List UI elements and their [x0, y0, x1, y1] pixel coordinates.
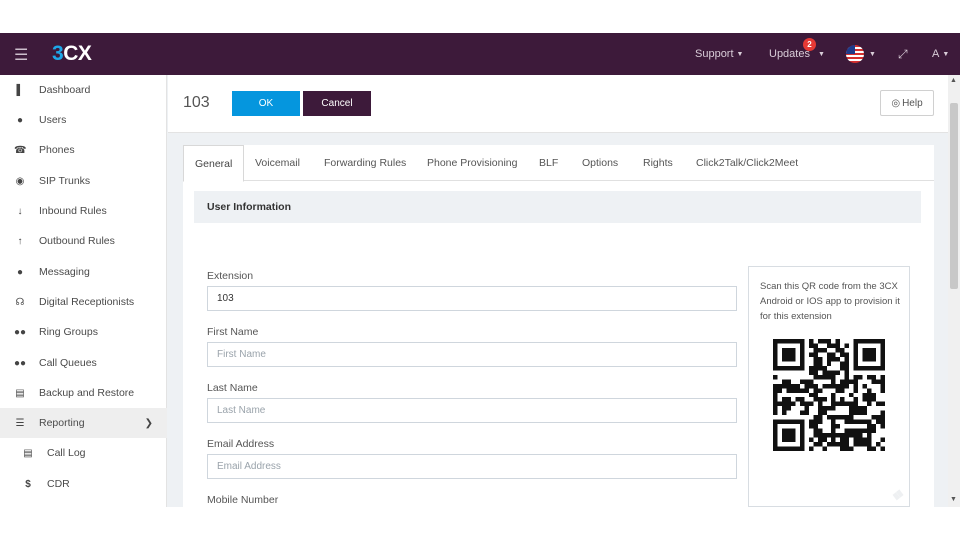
user-initial: A: [932, 48, 940, 60]
sidebar-item-label: Backup and Restore: [39, 387, 135, 399]
sidebar-item-ring-groups[interactable]: ●● Ring Groups: [0, 317, 167, 347]
first-name-label: First Name: [207, 326, 259, 338]
tab-voicemail[interactable]: Voicemail: [255, 145, 300, 181]
tab-forwarding-rules[interactable]: Forwarding Rules: [324, 145, 406, 181]
tab-click2talk[interactable]: Click2Talk/Click2Meet: [696, 145, 798, 181]
sidebar-item-phones[interactable]: ☎ Phones: [0, 135, 167, 165]
lifebuoy-icon: ◎: [891, 97, 901, 109]
sidebar-item-digital-receptionists[interactable]: ☊ Digital Receptionists: [0, 287, 167, 317]
sidebar-item-label: Ring Groups: [39, 326, 98, 338]
section-header: User Information: [194, 191, 921, 223]
caret-down-icon: ▼: [942, 50, 950, 58]
dollar-icon: $: [25, 478, 31, 490]
sidebar-item-dashboard[interactable]: ▌ Dashboard: [0, 75, 167, 105]
scroll-up-icon[interactable]: ▲: [950, 77, 957, 84]
top-bar: ☰ 3CX Support ▼ Updates 2 ▼ ▼ ⤢ A ▼: [0, 33, 960, 75]
last-name-input[interactable]: [207, 398, 737, 423]
updates-badge: 2: [803, 38, 816, 51]
user-form-panel: General Voicemail Forwarding Rules Phone…: [183, 145, 934, 507]
people-icon: ●●: [14, 357, 27, 369]
sidebar-item-cdr[interactable]: $ CDR: [0, 469, 167, 499]
caret-down-icon: ▼: [736, 50, 744, 58]
first-name-input[interactable]: [207, 342, 737, 367]
email-input[interactable]: [207, 454, 737, 479]
ok-button[interactable]: OK: [232, 91, 300, 116]
phone-icon: ☎: [14, 144, 27, 156]
page-scrollbar[interactable]: ▲ ▼: [948, 75, 960, 507]
cancel-button[interactable]: Cancel: [303, 91, 371, 116]
sidebar-item-label: Outbound Rules: [39, 235, 115, 247]
sidebar-item-label: Phones: [39, 144, 75, 156]
headset-icon: ☊: [15, 296, 25, 308]
support-label: Support: [695, 48, 734, 60]
list-icon: ☰: [15, 417, 25, 429]
updates-menu[interactable]: Updates 2 ▼: [769, 33, 825, 75]
sidebar-item-reporting[interactable]: ☰ Reporting ❯: [0, 408, 167, 438]
database-icon: ▤: [15, 387, 25, 399]
logo-3cx[interactable]: 3CX: [52, 42, 92, 66]
scroll-down-icon[interactable]: ▼: [950, 496, 957, 503]
watermark-logo: ❖: [890, 487, 903, 503]
help-button[interactable]: ◎ Help: [880, 90, 934, 116]
sidebar-item-label: CDR: [47, 478, 70, 490]
sidebar-item-label: SIP Trunks: [39, 175, 91, 187]
group-icon: ●●: [14, 326, 27, 338]
sidebar-item-label: Call Queues: [39, 357, 97, 369]
extension-input[interactable]: [207, 286, 737, 311]
sidebar-item-label: Users: [39, 114, 67, 126]
sidebar-item-label: Call Log: [47, 447, 86, 459]
tab-options[interactable]: Options: [582, 145, 618, 181]
caret-down-icon: ▼: [869, 50, 876, 58]
app-window: ☰ 3CX Support ▼ Updates 2 ▼ ▼ ⤢ A ▼ ▌ Dash…: [0, 33, 960, 507]
section-title: User Information: [207, 201, 292, 213]
page-header: 103 OK Cancel ◎ Help: [168, 75, 948, 133]
qr-code-panel: Scan this QR code from the 3CX Android o…: [748, 266, 910, 507]
sidebar-item-outbound-rules[interactable]: ↑ Outbound Rules: [0, 226, 167, 256]
sidebar-item-label: Messaging: [39, 266, 90, 278]
arrow-up-icon: ↑: [17, 235, 23, 247]
sidebar-item-label: Inbound Rules: [39, 205, 107, 217]
sidebar-item-label: Reporting: [39, 417, 85, 429]
caret-down-icon: ▼: [817, 50, 825, 58]
sidebar: ▌ Dashboard ● Users ☎ Phones ◉ SIP Trunk…: [0, 75, 167, 507]
arrow-down-icon: ↓: [17, 205, 23, 217]
qr-code-image: [773, 339, 885, 451]
user-menu[interactable]: A ▼: [932, 33, 949, 75]
tab-rights[interactable]: Rights: [643, 145, 673, 181]
language-menu[interactable]: ▼: [846, 33, 876, 75]
sidebar-item-label: Digital Receptionists: [39, 296, 135, 308]
chat-icon: ●: [16, 266, 24, 278]
user-icon: ●: [16, 114, 24, 126]
us-flag-icon: [846, 45, 864, 63]
chevron-up-icon: ❯: [144, 417, 153, 429]
tab-general[interactable]: General: [183, 145, 245, 182]
page-title: 103: [183, 94, 210, 111]
globe-icon: ◉: [15, 175, 25, 187]
sidebar-item-call-queues[interactable]: ●● Call Queues: [0, 348, 167, 378]
fullscreen-icon[interactable]: ⤢: [898, 33, 908, 75]
bar-chart-icon: ▌: [16, 84, 24, 96]
scrollbar-thumb[interactable]: [950, 103, 958, 289]
document-icon: ▤: [23, 447, 33, 459]
mobile-number-label: Mobile Number: [207, 494, 279, 506]
extension-label: Extension: [207, 270, 254, 282]
qr-instructions: Scan this QR code from the 3CX Android o…: [760, 281, 900, 322]
email-label: Email Address: [207, 438, 275, 450]
help-label: Help: [902, 97, 923, 109]
hamburger-menu-icon[interactable]: ☰: [14, 45, 28, 65]
sidebar-item-label: Dashboard: [39, 84, 91, 96]
sidebar-item-call-log[interactable]: ▤ Call Log: [0, 438, 167, 468]
sidebar-item-users[interactable]: ● Users: [0, 105, 167, 135]
tab-phone-provisioning[interactable]: Phone Provisioning: [427, 145, 517, 181]
tab-blf[interactable]: BLF: [539, 145, 558, 181]
sidebar-item-sip-trunks[interactable]: ◉ SIP Trunks: [0, 166, 167, 196]
sidebar-item-inbound-rules[interactable]: ↓ Inbound Rules: [0, 196, 167, 226]
last-name-label: Last Name: [207, 382, 258, 394]
sidebar-item-backup-and-restore[interactable]: ▤ Backup and Restore: [0, 378, 167, 408]
sidebar-item-messaging[interactable]: ● Messaging: [0, 257, 167, 287]
tab-bar: General Voicemail Forwarding Rules Phone…: [183, 145, 934, 182]
updates-label: Updates: [769, 48, 810, 60]
support-menu[interactable]: Support ▼: [695, 33, 743, 75]
